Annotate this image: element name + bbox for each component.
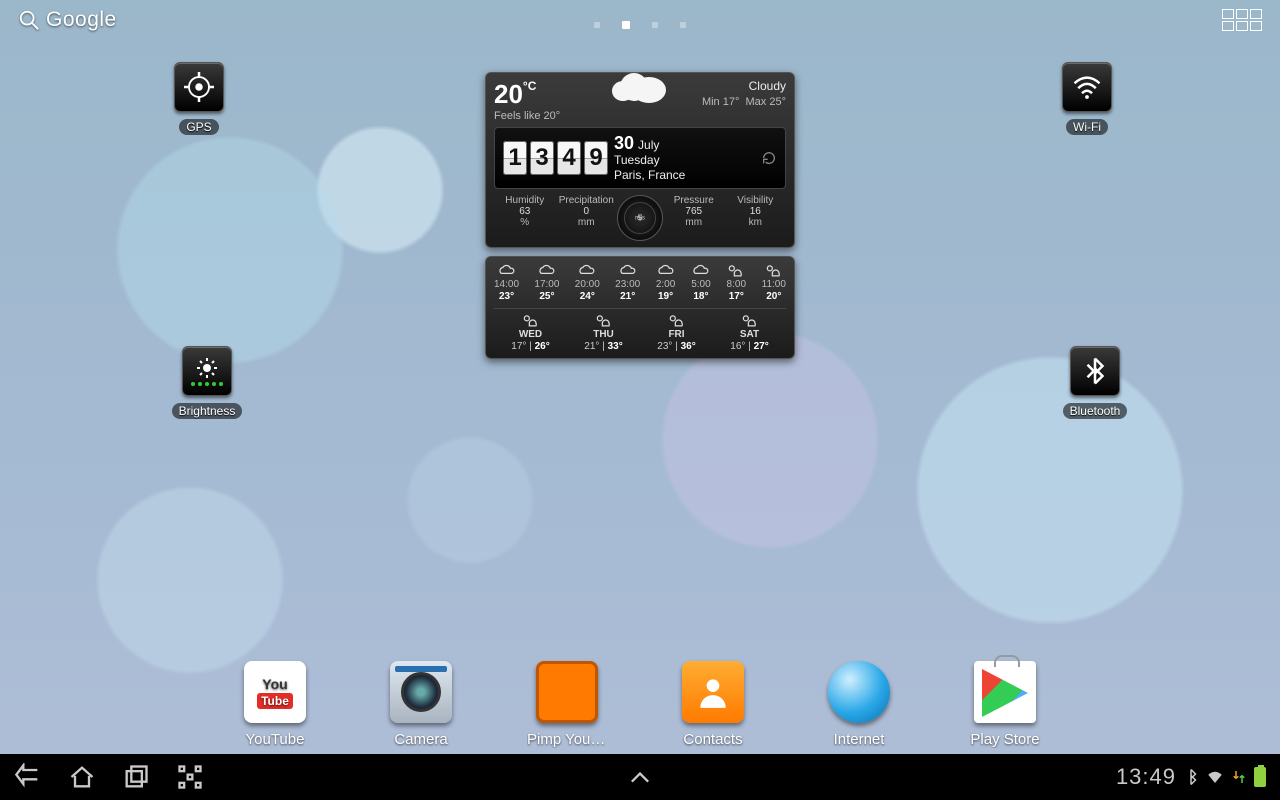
daily-item: THU21° | 33° bbox=[584, 313, 622, 352]
weather-condition-icon bbox=[612, 67, 668, 99]
hourly-item: 23:0021° bbox=[615, 263, 640, 302]
status-area[interactable]: 13:49 bbox=[1116, 764, 1266, 790]
hourly-item: 20:0024° bbox=[575, 263, 600, 302]
toggle-brightness[interactable]: Brightness bbox=[167, 346, 247, 420]
app-play-store[interactable]: Play Store bbox=[965, 661, 1045, 748]
toggle-gps[interactable]: GPS bbox=[167, 62, 231, 136]
daily-item: FRI23° | 36° bbox=[657, 313, 695, 352]
temperature-value: 20 bbox=[494, 79, 523, 109]
home-button[interactable] bbox=[68, 763, 96, 791]
hourly-item: 8:0017° bbox=[726, 263, 746, 302]
clock-row: 1 3 4 9 30July Tuesday Paris, France bbox=[494, 127, 786, 189]
apps-drawer-button[interactable] bbox=[1222, 9, 1262, 31]
back-button[interactable] bbox=[14, 763, 42, 791]
weather-widget[interactable]: 20°C Feels like 20° Cloudy Min 17° Max 2… bbox=[485, 72, 795, 359]
weather-metrics: Humidity63% Precipitation0mm 5m/s Pressu… bbox=[494, 195, 786, 241]
date-weekday: Tuesday bbox=[614, 154, 685, 168]
wifi-icon bbox=[1072, 72, 1102, 102]
date-day: 30 bbox=[614, 133, 634, 154]
toggle-bluetooth[interactable]: Bluetooth bbox=[1055, 346, 1135, 420]
temperature-unit: °C bbox=[523, 79, 536, 93]
toggle-label: Wi-Fi bbox=[1066, 119, 1108, 135]
page-indicator[interactable] bbox=[594, 22, 686, 29]
search-label: Google bbox=[46, 8, 117, 32]
hourly-item: 17:0025° bbox=[534, 263, 559, 302]
toggle-wifi[interactable]: Wi-Fi bbox=[1055, 62, 1119, 136]
hourly-item: 14:0023° bbox=[494, 263, 519, 302]
wifi-status-icon bbox=[1206, 768, 1224, 786]
hourly-item: 5:0018° bbox=[691, 263, 711, 302]
brightness-icon bbox=[195, 356, 219, 380]
app-camera[interactable]: Camera bbox=[381, 661, 461, 748]
dock: YouTubeYouTube Camera Pimp Your Screen C… bbox=[0, 661, 1280, 748]
wind-compass: 5m/s bbox=[617, 195, 663, 241]
app-internet[interactable]: Internet bbox=[819, 661, 899, 748]
battery-status-icon bbox=[1254, 767, 1266, 787]
hourly-forecast: 14:0023° 17:0025° 20:0024° 23:0021° 2:0019° 5… bbox=[494, 263, 786, 309]
sync-status-icon bbox=[1230, 768, 1248, 786]
status-clock: 13:49 bbox=[1116, 764, 1176, 790]
bluetooth-status-icon bbox=[1182, 768, 1200, 786]
bluetooth-icon bbox=[1080, 356, 1110, 386]
daily-forecast: WED17° | 26° THU21° | 33° FRI23° | 36° SAT1… bbox=[494, 313, 786, 352]
app-contacts[interactable]: Contacts bbox=[673, 661, 753, 748]
google-search[interactable]: Google bbox=[18, 8, 117, 32]
hourly-item: 2:0019° bbox=[656, 263, 676, 302]
daily-item: WED17° | 26° bbox=[511, 313, 549, 352]
hourly-item: 11:0020° bbox=[762, 263, 786, 302]
toggle-label: Bluetooth bbox=[1063, 403, 1128, 419]
toggle-label: Brightness bbox=[172, 403, 243, 419]
app-youtube[interactable]: YouTubeYouTube bbox=[235, 661, 315, 748]
location: Paris, France bbox=[614, 169, 685, 183]
expand-panel-button[interactable] bbox=[626, 763, 654, 791]
system-navbar: 13:49 bbox=[0, 754, 1280, 800]
toggle-label: GPS bbox=[179, 119, 218, 135]
daily-item: SAT16° | 27° bbox=[730, 313, 768, 352]
date-month: July bbox=[638, 138, 659, 152]
search-icon bbox=[18, 9, 40, 31]
condition-label: Cloudy bbox=[702, 79, 786, 93]
gps-icon bbox=[184, 72, 214, 102]
refresh-icon[interactable] bbox=[761, 150, 777, 166]
screenshot-button[interactable] bbox=[176, 763, 204, 791]
recent-apps-button[interactable] bbox=[122, 763, 150, 791]
app-pimp-your-screen[interactable]: Pimp Your Screen bbox=[527, 661, 607, 748]
